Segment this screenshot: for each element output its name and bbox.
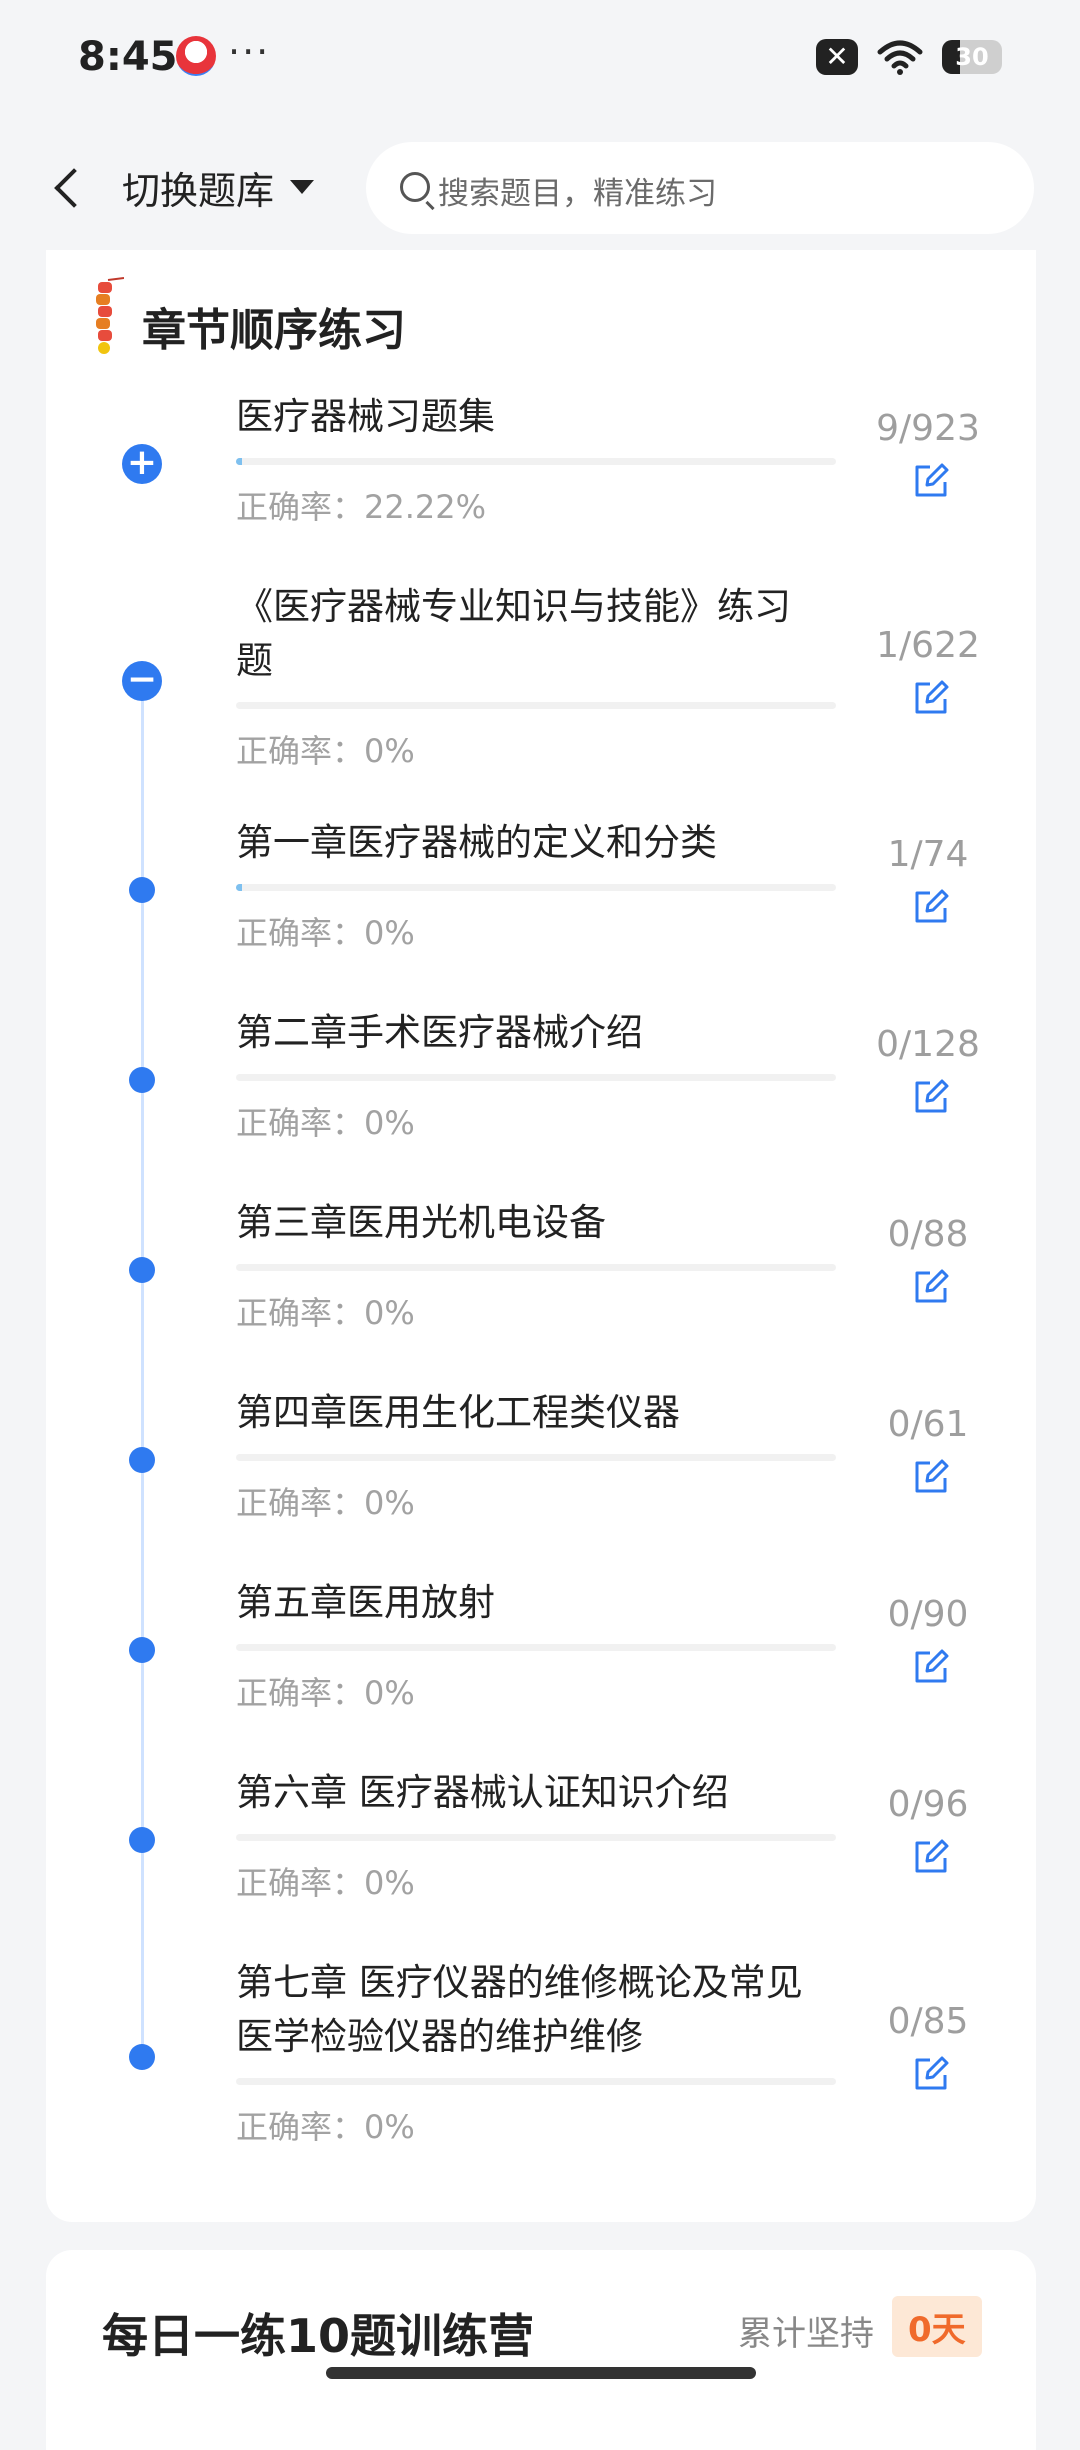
progress-bar [236, 1454, 836, 1461]
question-count: 0/61 [887, 1404, 969, 1445]
status-bar: 8:45 ··· ✕ 30 [0, 0, 1080, 120]
progress-bar [236, 884, 836, 891]
switch-bank-button[interactable]: 切换题库 [122, 160, 274, 215]
chapter-title[interactable]: 第三章医用光机电设备 [236, 1196, 826, 1250]
camp-title: 每日一练10题训练营 [102, 2309, 535, 2363]
progress-bar [236, 2078, 836, 2085]
edit-icon[interactable] [912, 1078, 950, 1116]
nav-bar: 切换题库 搜索题目，精准练习 [0, 130, 1080, 250]
progress-bar [236, 702, 836, 709]
question-count: 0/90 [887, 1594, 969, 1635]
collapse-icon[interactable]: − [122, 661, 162, 701]
chapter-title[interactable]: 《医疗器械专业知识与技能》练习题 [236, 580, 826, 688]
daily-camp-card[interactable]: 每日一练10题训练营 累计坚持 0天 [46, 2250, 1036, 2450]
chapter-title[interactable]: 第五章医用放射 [236, 1576, 826, 1630]
app-notification-icon [176, 36, 216, 76]
edit-icon[interactable] [912, 462, 950, 500]
chapter-title[interactable]: 第二章手术医疗器械介绍 [236, 1006, 826, 1060]
edit-icon[interactable] [912, 1648, 950, 1686]
accuracy-text: 正确率：0% [236, 2108, 415, 2146]
search-placeholder: 搜索题目，精准练习 [438, 176, 717, 212]
question-count: 1/622 [876, 625, 980, 666]
accuracy-text: 正确率：0% [236, 1864, 415, 1902]
search-input[interactable]: 搜索题目，精准练习 [366, 142, 1034, 234]
accuracy-text: 正确率：0% [236, 1484, 415, 1522]
progress-bar [236, 1644, 836, 1651]
progress-bar [236, 1074, 836, 1081]
edit-icon[interactable] [912, 1268, 950, 1306]
days-badge: 0天 [892, 2296, 982, 2357]
edit-icon[interactable] [912, 888, 950, 926]
clock: 8:45 [78, 34, 178, 80]
accuracy-text: 正确率：0% [236, 1294, 415, 1332]
chapter-title[interactable]: 第一章医疗器械的定义和分类 [236, 816, 826, 870]
caret-down-icon[interactable] [290, 180, 314, 194]
accuracy-text: 正确率：0% [236, 914, 415, 952]
battery-level: 30 [955, 43, 989, 71]
timeline-dot [129, 1257, 155, 1283]
accuracy-text: 正确率：0% [236, 1674, 415, 1712]
timeline-dot [129, 1447, 155, 1473]
progress-bar [236, 1264, 836, 1271]
timeline-dot [129, 2044, 155, 2070]
progress-bar [236, 1834, 836, 1841]
timeline-dot [129, 877, 155, 903]
chapter-title[interactable]: 第六章 医疗器械认证知识介绍 [236, 1766, 826, 1820]
accuracy-text: 正确率：0% [236, 1104, 415, 1142]
wifi-icon [877, 40, 923, 75]
system-icons: ✕ 30 [816, 38, 1002, 76]
search-icon [400, 172, 430, 202]
progress-fill [236, 458, 242, 465]
question-count: 0/96 [887, 1784, 969, 1825]
accuracy-text: 正确率：0% [236, 732, 415, 770]
chapter-title[interactable]: 医疗器械习题集 [236, 390, 826, 444]
accuracy-text: 正确率：22.22% [236, 488, 487, 526]
more-notifications-icon: ··· [228, 30, 271, 74]
home-indicator[interactable] [326, 2367, 756, 2379]
section-title: 章节顺序练习 [142, 305, 406, 356]
timeline-dot [129, 1637, 155, 1663]
question-count: 1/74 [887, 834, 969, 875]
edit-icon[interactable] [912, 1458, 950, 1496]
persist-label: 累计坚持 [738, 2314, 874, 2354]
question-count: 0/88 [887, 1214, 969, 1255]
timeline-dot [129, 1067, 155, 1093]
question-count: 0/128 [876, 1024, 980, 1065]
question-count: 9/923 [876, 408, 980, 449]
battery-icon: 30 [942, 40, 1002, 74]
progress-bar [236, 458, 836, 465]
chapter-title[interactable]: 第七章 医疗仪器的维修概论及常见医学检验仪器的维护维修 [236, 1956, 826, 2064]
chapter-title[interactable]: 第四章医用生化工程类仪器 [236, 1386, 826, 1440]
edit-icon[interactable] [912, 1838, 950, 1876]
progress-fill [236, 884, 242, 891]
edit-icon[interactable] [912, 2055, 950, 2093]
timeline-dot [129, 1827, 155, 1853]
close-icon: ✕ [816, 39, 858, 75]
question-count: 0/85 [887, 2001, 969, 2042]
edit-icon[interactable] [912, 679, 950, 717]
expand-icon[interactable]: + [122, 444, 162, 484]
back-icon[interactable] [40, 158, 100, 218]
chapter-practice-card: 章节顺序练习 医疗器械习题集正确率：22.22% 9/923 + 《医疗器械专业知识与… [46, 250, 1036, 2222]
firecracker-icon [96, 277, 124, 354]
